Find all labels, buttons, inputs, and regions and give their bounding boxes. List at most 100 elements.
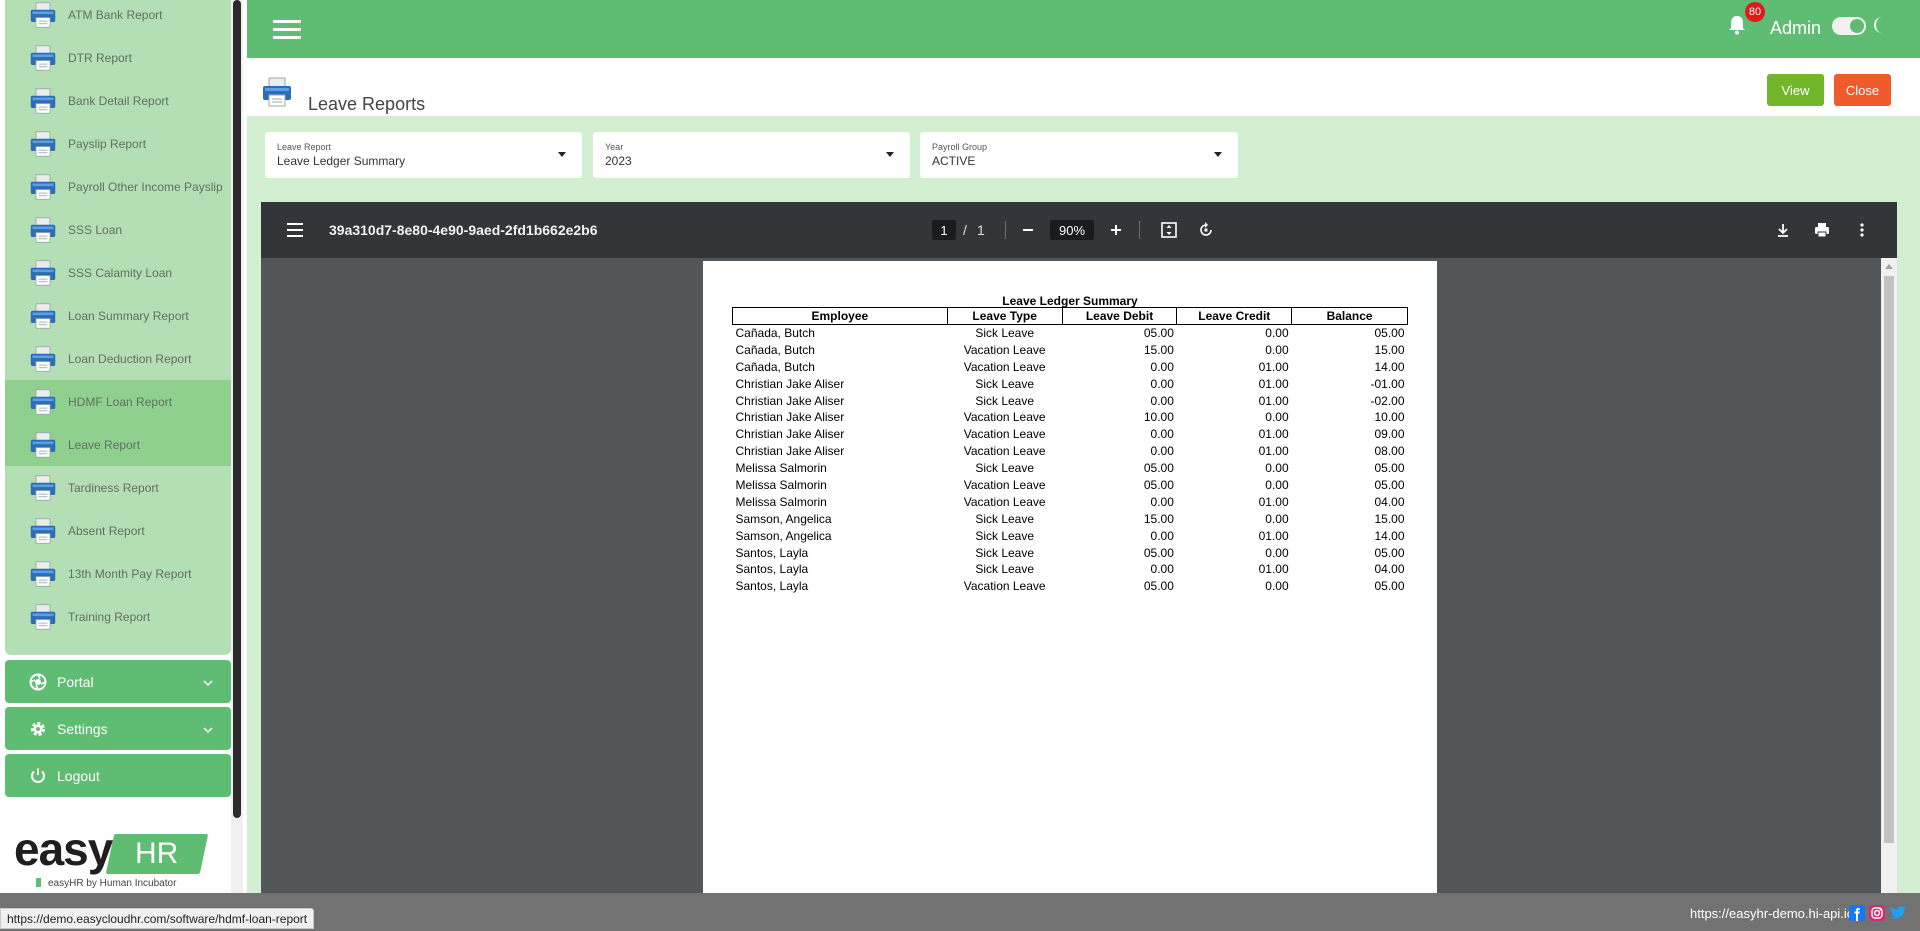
table-row: Melissa Salmorin Vacation Leave 0.00 01.00 0…	[733, 493, 1408, 510]
table-row: Cañada, Butch Sick Leave 05.00 0.00 05.00	[733, 325, 1408, 342]
table-cell: 15.00	[1374, 511, 1405, 526]
chevron-down-icon	[203, 721, 213, 737]
column-header: Employee	[732, 307, 948, 325]
printer-icon	[29, 302, 57, 330]
pdf-scrollbar-thumb[interactable]	[1884, 276, 1894, 843]
column-header: Leave Debit	[1061, 307, 1178, 325]
table-cell: Melissa Salmorin	[735, 494, 827, 509]
gear-icon	[27, 718, 49, 740]
sidebar-report-item[interactable]: HDMF Loan Report	[5, 380, 231, 423]
table-cell: Sick Leave	[975, 562, 1035, 577]
sidebar-report-item[interactable]: ATM Bank Report	[5, 0, 231, 36]
table-row: Samson, Angelica Sick Leave 0.00 01.00 14.00	[733, 527, 1408, 544]
instagram-icon[interactable]	[1869, 905, 1887, 923]
sidebar-report-item[interactable]: 13th Month Pay Report	[5, 552, 231, 595]
facebook-icon[interactable]	[1849, 905, 1867, 923]
pdf-viewer: 39a310d7-8e80-4e90-9aed-2fd1b662e2b6 1 /…	[261, 202, 1897, 893]
hamburger-menu-icon[interactable]	[273, 20, 301, 40]
page-number-input[interactable]: 1	[932, 220, 956, 240]
column-header: Leave Type	[946, 307, 1063, 325]
print-icon[interactable]	[1810, 218, 1834, 242]
settings-menu-button[interactable]: Settings	[5, 707, 231, 750]
status-bar-url: https://demo.easycloudhr.com/software/hd…	[0, 908, 315, 929]
zoom-in-icon[interactable]	[1104, 218, 1128, 242]
sidebar-report-item[interactable]: Payslip Report	[5, 122, 231, 165]
more-options-icon[interactable]	[1850, 218, 1874, 242]
sidebar-report-item[interactable]: Leave Report	[5, 423, 231, 466]
table-cell: Vacation Leave	[963, 427, 1046, 442]
table-cell: 14.00	[1374, 359, 1405, 374]
scroll-up-arrow-icon[interactable]	[1885, 264, 1893, 269]
payroll-group-select[interactable]: Payroll Group ACTIVE	[920, 132, 1238, 178]
table-cell: 0.00	[1265, 511, 1289, 526]
table-cell: Samson, Angelica	[735, 511, 832, 526]
table-cell: 0.00	[1265, 326, 1289, 341]
download-icon[interactable]	[1771, 218, 1795, 242]
sidebar-report-item[interactable]: Bank Detail Report	[5, 79, 231, 122]
table-header-row: Employee Leave Type Leave Debit Leave Cr…	[732, 307, 1408, 325]
table-cell: Sick Leave	[975, 511, 1035, 526]
twitter-icon[interactable]	[1889, 905, 1907, 923]
table-row: Santos, Layla Sick Leave 0.00 01.00 04.00	[733, 561, 1408, 578]
table-cell: Vacation Leave	[963, 359, 1046, 374]
sidebar-report-item[interactable]: Absent Report	[5, 509, 231, 552]
pdf-filename: 39a310d7-8e80-4e90-9aed-2fd1b662e2b6	[329, 222, 598, 238]
theme-toggle[interactable]	[1832, 17, 1866, 35]
toolbar-divider	[1139, 221, 1140, 239]
table-cell: 01.00	[1258, 427, 1289, 442]
sidebar-report-item[interactable]: Payroll Other Income Payslip	[5, 165, 231, 208]
view-button[interactable]: View	[1767, 74, 1824, 106]
printer-icon	[29, 130, 57, 158]
aperture-icon	[27, 671, 49, 693]
table-cell: Vacation Leave	[963, 410, 1046, 425]
fit-page-icon[interactable]	[1157, 218, 1181, 242]
table-cell: 0.00	[1150, 359, 1174, 374]
printer-icon	[29, 1, 57, 29]
table-cell: Sick Leave	[975, 326, 1035, 341]
table-cell: 0.00	[1150, 528, 1174, 543]
sidebar-report-item[interactable]: SSS Calamity Loan	[5, 251, 231, 294]
zoom-out-icon[interactable]	[1016, 218, 1040, 242]
sidebar-report-label: 13th Month Pay Report	[68, 566, 192, 581]
rotate-icon[interactable]	[1194, 218, 1218, 242]
table-cell: Christian Jake Aliser	[735, 376, 845, 391]
logout-button[interactable]: Logout	[5, 754, 231, 797]
table-cell: 15.00	[1143, 511, 1174, 526]
zoom-level[interactable]: 90%	[1050, 220, 1094, 240]
table-cell: 01.00	[1258, 562, 1289, 577]
table-cell: 0.00	[1265, 342, 1289, 357]
table-cell: 05.00	[1374, 579, 1405, 594]
pdf-toolbar: 39a310d7-8e80-4e90-9aed-2fd1b662e2b6 1 /…	[261, 202, 1897, 258]
printer-icon	[29, 173, 57, 201]
sidebar-report-item[interactable]: SSS Loan	[5, 208, 231, 251]
page-header: Leave Reports View Close	[247, 58, 1920, 116]
table-cell: 05.00	[1374, 545, 1405, 560]
sidebar-report-label: Loan Summary Report	[68, 308, 189, 323]
sidebar-report-item[interactable]: Loan Deduction Report	[5, 337, 231, 380]
sidebar-report-label: ATM Bank Report	[68, 7, 163, 22]
table-cell: 05.00	[1143, 461, 1174, 476]
table-cell: 05.00	[1143, 579, 1174, 594]
year-select[interactable]: Year 2023	[593, 132, 910, 178]
portal-menu-button[interactable]: Portal	[5, 660, 231, 703]
sidebar-report-item[interactable]: Training Report	[5, 595, 231, 638]
table-cell: Cañada, Butch	[735, 359, 815, 374]
sidebar-report-item[interactable]: Loan Summary Report	[5, 294, 231, 337]
sidebar: ATM Bank Report DTR Report Bank Detail Rep…	[0, 0, 243, 893]
user-name[interactable]: Admin	[1770, 18, 1821, 39]
table-cell: Melissa Salmorin	[735, 477, 827, 492]
table-cell: Melissa Salmorin	[735, 461, 827, 476]
sidebar-report-item[interactable]: Tardiness Report	[5, 466, 231, 509]
sidebar-scrollbar-thumb[interactable]	[233, 0, 241, 818]
sidebar-report-item[interactable]: DTR Report	[5, 36, 231, 79]
sidebar-report-label: HDMF Loan Report	[68, 394, 173, 409]
table-cell: 09.00	[1374, 427, 1405, 442]
close-button[interactable]: Close	[1834, 74, 1891, 106]
pdf-menu-icon[interactable]	[287, 223, 303, 237]
table-cell: 0.00	[1150, 444, 1174, 459]
leave-ledger-table: Employee Leave Type Leave Debit Leave Cr…	[732, 307, 1408, 595]
notification-badge[interactable]: 80	[1745, 2, 1765, 22]
sidebar-report-label: Tardiness Report	[68, 480, 159, 495]
leave-report-select[interactable]: Leave Report Leave Ledger Summary	[265, 132, 582, 178]
site-url-link[interactable]: https://easyhr-demo.hi-api.io	[1690, 906, 1854, 921]
